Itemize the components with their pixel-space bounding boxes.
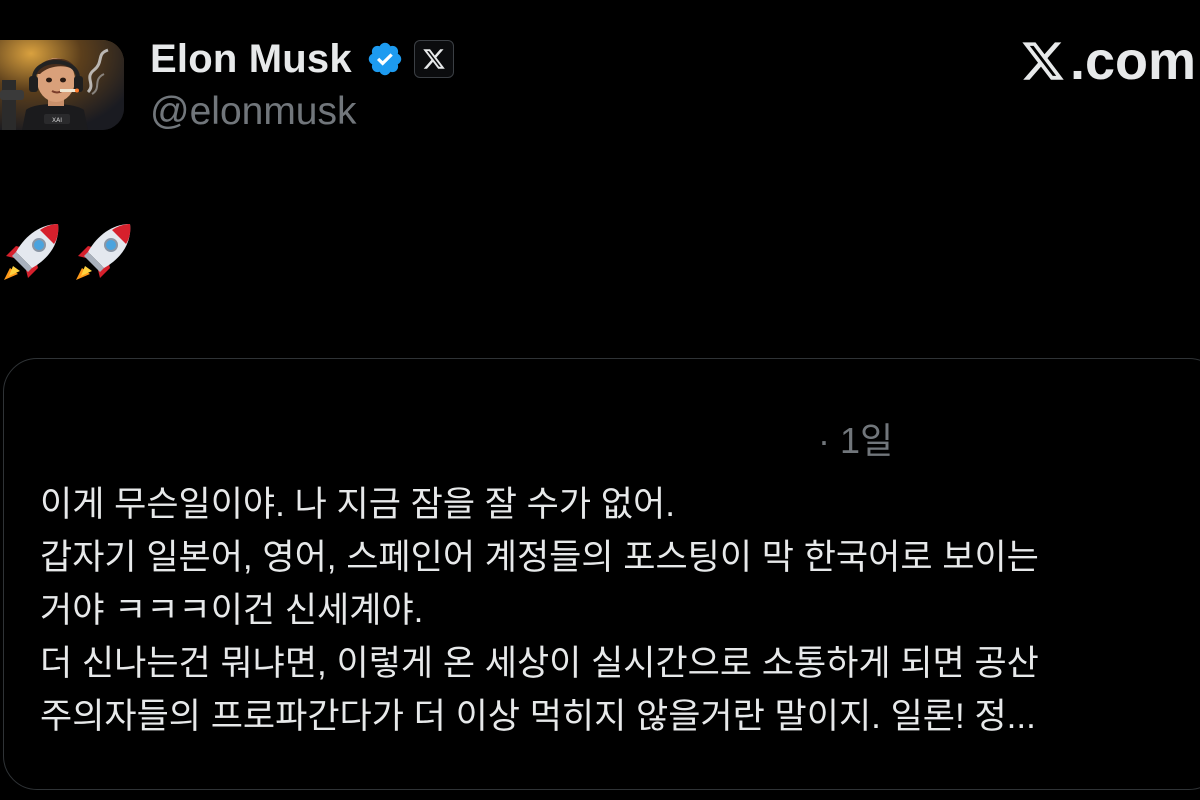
author-row: Elon Musk [150,36,454,82]
quoted-post-timestamp[interactable]: · 1일 [818,412,893,464]
quoted-post-line: 갑자기 일본어, 영어, 스페인어 계정들의 포스팅이 막 한국어로 보이는 [40,538,1039,577]
brand-label: .com [1069,31,1196,91]
verified-badge-icon [366,40,404,78]
avatar-image: XAI [0,40,124,130]
x-logo-icon [423,49,445,69]
quoted-post-text: 이게 무슨일이야. 나 지금 잠을 잘 수가 없어. 갑자기 일본어, 영어, … [40,478,1200,743]
rocket-emoji [4,224,59,280]
rocket-emoji [76,224,131,280]
quoted-post-line: 거야 ㅋㅋㅋ이건 신세계야. [40,591,424,630]
tweet-screenshot: XAI Elon Musk @elonmusk .com · 1일 이게 무슨일… [0,0,1200,800]
avatar[interactable]: XAI [0,40,124,130]
post-text [2,220,134,282]
x-logo-icon [1022,42,1064,80]
username-handle[interactable]: @elonmusk [150,90,357,134]
affiliation-badge[interactable] [413,40,454,78]
display-name[interactable]: Elon Musk [150,37,352,82]
quoted-post-line: 더 신나는건 뭐냐면, 이렇게 온 세상이 실시간으로 소통하게 되면 공산 [40,644,1039,683]
quoted-post-line: 주의자들의 프로파간다가 더 이상 먹히지 않을거란 말이지. 일론! 정... [40,697,1036,736]
quoted-post-line: 이게 무슨일이야. 나 지금 잠을 잘 수가 없어. [40,485,675,524]
x-com-watermark: .com [1020,30,1196,92]
svg-text:XAI: XAI [52,117,62,124]
